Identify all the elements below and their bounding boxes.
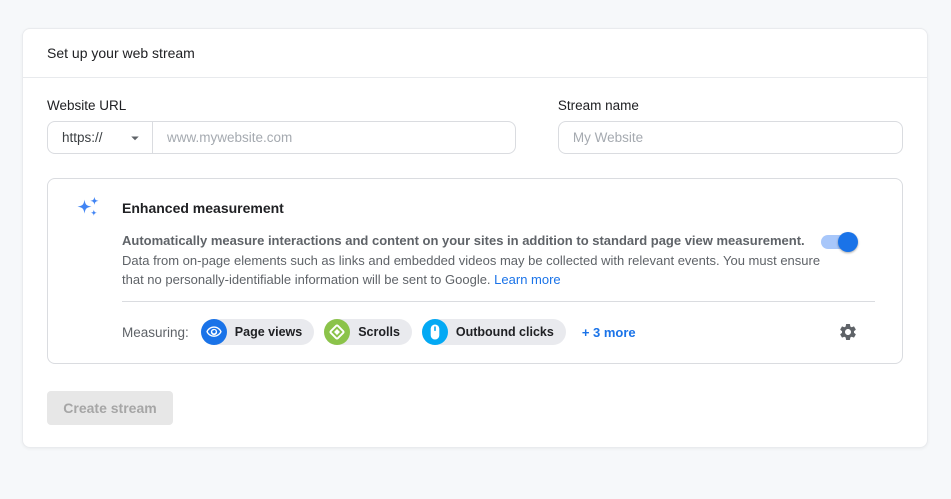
stream-form-row: Website URL https:// Stream name <box>47 98 903 154</box>
stream-name-label: Stream name <box>557 98 639 113</box>
panel-body: Website URL https:// Stream name <box>23 98 927 425</box>
enhanced-measurement-summary: Automatically measure interactions and c… <box>122 233 805 248</box>
learn-more-link[interactable]: Learn more <box>494 272 560 287</box>
chevron-down-icon <box>131 136 139 140</box>
stream-name-input[interactable] <box>557 121 903 154</box>
enhanced-measurement-details: Data from on-page elements such as links… <box>122 252 821 288</box>
chip-label: Scrolls <box>358 325 400 339</box>
website-url-input-group: https:// <box>47 121 516 154</box>
chip-page-views: Page views <box>200 319 315 345</box>
mouse-icon <box>421 319 448 345</box>
toggle-knob <box>838 232 858 252</box>
enhanced-measurement-description: Automatically measure interactions and c… <box>122 231 836 290</box>
chip-scrolls: Scrolls <box>324 319 412 345</box>
measuring-label: Measuring: <box>122 324 189 340</box>
protocol-selected-value: https:// <box>62 130 103 145</box>
panel-title: Set up your web stream <box>47 45 195 61</box>
chip-outbound-clicks: Outbound clicks <box>421 319 566 345</box>
protocol-dropdown[interactable]: https:// <box>48 122 153 153</box>
enhanced-measurement-panel: Enhanced measurement Automatically measu… <box>47 178 903 364</box>
enhanced-measurement-toggle[interactable] <box>821 232 858 252</box>
more-events-link[interactable]: + 3 more <box>582 325 636 340</box>
website-url-label: Website URL <box>47 98 127 113</box>
setup-web-stream-panel: Set up your web stream Website URL https… <box>22 28 928 448</box>
divider <box>122 301 875 302</box>
stream-name-field-group: Stream name <box>557 98 903 154</box>
measuring-row: Measuring: Page views Scrolls Outbound c… <box>122 319 858 345</box>
sparkle-icon <box>77 196 99 216</box>
chip-label: Outbound clicks <box>455 325 554 339</box>
website-url-field-group: Website URL https:// <box>47 98 516 154</box>
diamond-icon <box>324 319 351 345</box>
gear-icon[interactable] <box>838 322 858 342</box>
enhanced-measurement-title: Enhanced measurement <box>122 200 284 216</box>
create-stream-button[interactable]: Create stream <box>47 391 173 425</box>
panel-header: Set up your web stream <box>23 29 927 78</box>
eye-icon <box>200 319 227 345</box>
chip-label: Page views <box>234 325 303 339</box>
website-url-input[interactable] <box>153 122 515 153</box>
